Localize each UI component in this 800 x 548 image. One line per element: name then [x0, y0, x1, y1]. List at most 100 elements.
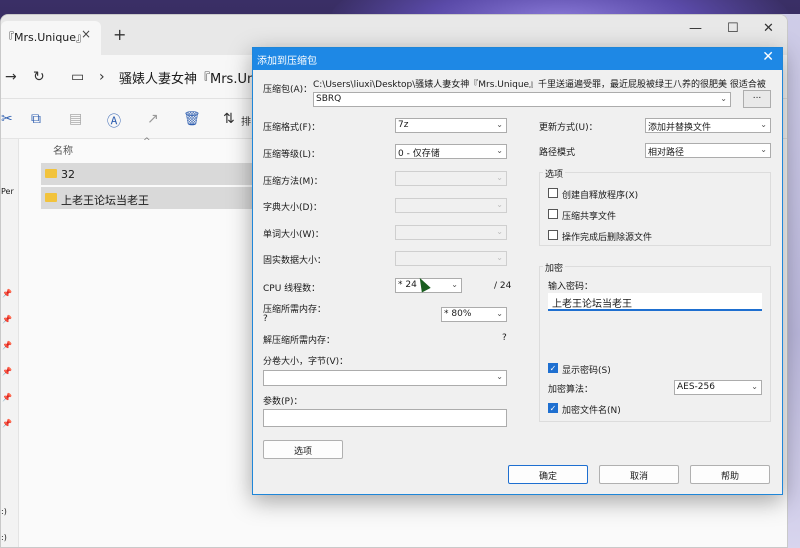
chevron-down-icon: ⌄ — [496, 120, 503, 129]
show-password-checkbox[interactable]: ✓ — [548, 363, 558, 373]
shared-files-checkbox[interactable] — [548, 209, 558, 219]
dialog-close-icon[interactable]: ✕ — [762, 49, 774, 65]
path-mode-combo[interactable]: 相对路径 ⌄ — [645, 143, 771, 158]
shared-files-label[interactable]: 压缩共享文件 — [562, 209, 616, 222]
sfx-checkbox[interactable] — [548, 188, 558, 198]
level-value: 0 - 仅存储 — [398, 149, 440, 159]
column-header-name[interactable]: 名称 — [53, 142, 73, 157]
chevron-down-icon: ⌄ — [496, 253, 503, 262]
parameters-input[interactable] — [263, 409, 507, 427]
encryption-method-combo[interactable]: AES-256 ⌄ — [674, 380, 762, 395]
help-button[interactable]: 帮助 — [690, 465, 770, 484]
chevron-down-icon: ⌄ — [751, 382, 758, 391]
pin-icon: 📌 — [2, 315, 12, 324]
path-mode-label: 路径模式 — [539, 148, 576, 158]
cpu-threads-label: CPU 线程数： — [263, 284, 321, 294]
share-icon[interactable]: ↗ — [147, 111, 159, 127]
chevron-down-icon: ⌄ — [720, 94, 727, 103]
rename-icon[interactable]: Ⓐ — [107, 111, 121, 131]
archive-name-combo[interactable]: SBRQ ⌄ — [313, 92, 731, 107]
delete-after-label[interactable]: 操作完成后删除源文件 — [562, 230, 652, 243]
cpu-threads-total: / 24 — [494, 281, 512, 291]
file-name: 32 — [61, 168, 75, 181]
chevron-down-icon: ⌄ — [496, 146, 503, 155]
add-to-archive-dialog: 添加到压缩包 ✕ 压缩包(A)： C:\Users\liuxi\Desktop\… — [252, 47, 783, 495]
encrypt-names-label[interactable]: 加密文件名(N) — [562, 403, 621, 416]
close-icon[interactable]: ✕ — [763, 21, 774, 36]
pin-icon: 📌 — [2, 419, 12, 428]
drive-label[interactable]: :) — [1, 507, 7, 516]
maximize-icon[interactable]: ☐ — [727, 21, 739, 36]
update-mode-combo[interactable]: 添加并替换文件 ⌄ — [645, 118, 771, 133]
forward-arrow-icon[interactable]: → — [5, 69, 17, 85]
compress-memory-value: ? — [263, 314, 268, 324]
options-group-label: 选项 — [543, 167, 566, 180]
options-button[interactable]: 选项 — [263, 440, 343, 459]
sort-up-icon: ^ — [143, 137, 151, 147]
paste-icon[interactable]: ▤ — [69, 111, 82, 127]
cancel-button[interactable]: 取消 — [599, 465, 679, 484]
memory-usage-combo[interactable]: * 80% ⌄ — [441, 307, 507, 322]
delete-icon[interactable]: 🗑 — [183, 111, 201, 127]
chevron-down-icon: ⌄ — [496, 200, 503, 209]
update-mode-label: 更新方式(U)： — [539, 123, 598, 133]
archive-name-value: SBRQ — [316, 94, 342, 104]
drive-label[interactable]: :) — [1, 533, 7, 542]
refresh-icon[interactable]: ↻ — [33, 69, 45, 85]
solid-size-combo[interactable]: ⌄ — [395, 251, 507, 266]
format-value: 7z — [398, 120, 409, 130]
nav-label-per[interactable]: Per — [1, 187, 14, 196]
chevron-down-icon: ⌄ — [496, 173, 503, 182]
decompress-memory-label: 解压缩所需内存： — [263, 336, 336, 346]
pin-icon: 📌 — [2, 289, 12, 298]
solid-size-label: 固实数据大小： — [263, 256, 327, 266]
dict-size-combo[interactable]: ⌄ — [395, 198, 507, 213]
list-item[interactable]: 32 — [41, 163, 281, 185]
ok-button[interactable]: 确定 — [508, 465, 588, 484]
split-size-label: 分卷大小，字节(V)： — [263, 357, 349, 367]
method-combo[interactable]: ⌄ — [395, 171, 507, 186]
encryption-method-label: 加密算法： — [548, 385, 594, 395]
pin-icon: 📌 — [2, 367, 12, 376]
monitor-icon[interactable]: ▭ — [71, 69, 84, 85]
update-mode-value: 添加并替换文件 — [648, 123, 712, 133]
sfx-label[interactable]: 创建自释放程序(X) — [562, 188, 638, 201]
parameters-label: 参数(P)： — [263, 397, 303, 407]
chevron-down-icon: ⌄ — [451, 280, 458, 289]
pin-icon: 📌 — [2, 341, 12, 350]
chevron-down-icon: ⌄ — [760, 145, 767, 154]
cpu-threads-value: * 24 — [398, 280, 417, 290]
copy-icon[interactable]: ⧉ — [31, 111, 41, 127]
level-combo[interactable]: 0 - 仅存储 ⌄ — [395, 144, 507, 159]
memory-usage-value: * 80% — [444, 309, 472, 319]
archive-path: C:\Users\liuxi\Desktop\骚婊人妻女神『Mrs.Unique… — [313, 80, 766, 90]
encryption-method-value: AES-256 — [677, 382, 715, 392]
pin-icon: 📌 — [2, 393, 12, 402]
sort-label[interactable]: 排 — [241, 113, 251, 128]
encrypt-names-checkbox[interactable]: ✓ — [548, 403, 558, 413]
cut-icon[interactable]: ✂ — [1, 111, 13, 127]
split-size-combo[interactable]: ⌄ — [263, 370, 507, 386]
encryption-group-label: 加密 — [543, 261, 566, 274]
new-tab-button[interactable]: + — [113, 25, 126, 44]
folder-icon — [45, 193, 57, 202]
show-password-label[interactable]: 显示密码(S) — [562, 363, 611, 376]
dict-size-label: 字典大小(D)： — [263, 203, 322, 213]
word-size-combo[interactable]: ⌄ — [395, 225, 507, 240]
sort-icon[interactable]: ⇅ — [223, 111, 235, 127]
chevron-down-icon: ⌄ — [496, 372, 503, 381]
delete-after-checkbox[interactable] — [548, 230, 558, 240]
dialog-title: 添加到压缩包 — [257, 56, 317, 67]
list-item[interactable]: 上老王论坛当老王 — [41, 187, 281, 209]
format-combo[interactable]: 7z ⌄ — [395, 118, 507, 133]
chevron-down-icon: ⌄ — [760, 120, 767, 129]
word-size-label: 单词大小(W)： — [263, 230, 324, 240]
path-mode-value: 相对路径 — [648, 148, 685, 158]
password-value: 上老王论坛当老王 — [552, 299, 632, 310]
password-input[interactable]: 上老王论坛当老王 — [548, 293, 762, 311]
archive-label: 压缩包(A)： — [263, 85, 313, 95]
decompress-memory-value: ? — [502, 333, 507, 343]
tab-close-icon[interactable]: × — [81, 27, 91, 41]
minimize-icon[interactable]: — — [689, 21, 702, 36]
browse-button[interactable]: ... — [743, 90, 771, 108]
